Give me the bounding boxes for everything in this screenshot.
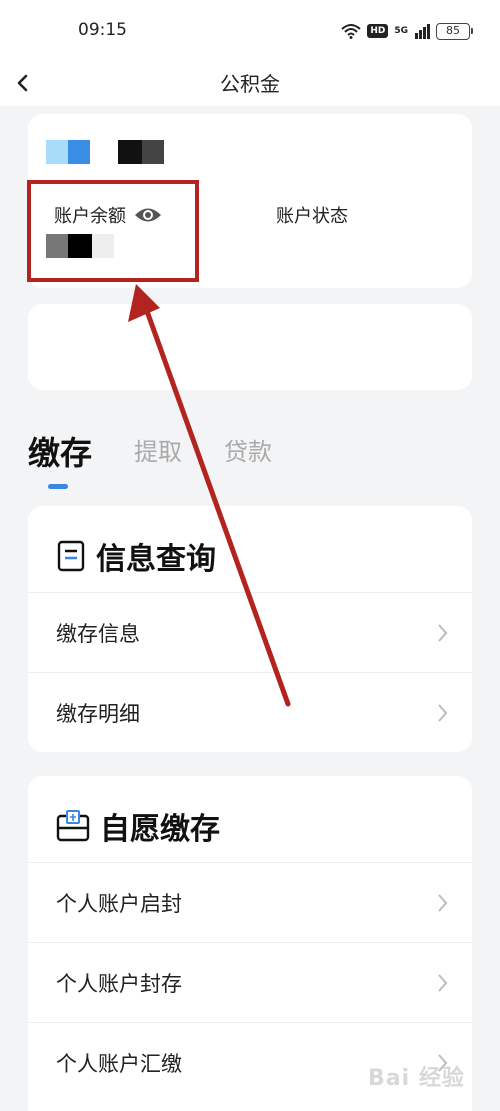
- hd-badge: HD: [367, 24, 389, 38]
- info-query-header: 信息查询: [56, 534, 216, 578]
- status-bar: 09:15 HD 5G 85: [0, 0, 500, 60]
- status-label: 账户状态: [276, 206, 348, 227]
- list-item-deposit-detail[interactable]: 缴存明细: [28, 672, 472, 752]
- annotation-highlight-box: [27, 180, 199, 282]
- account-id-mosaic: [118, 140, 164, 164]
- list-item-account-unseal[interactable]: 个人账户启封: [28, 862, 472, 942]
- wifi-icon: [341, 24, 361, 39]
- chevron-right-icon: [438, 624, 448, 642]
- nav-bar: 公积金: [0, 60, 500, 106]
- list-item-deposit-info[interactable]: 缴存信息: [28, 592, 472, 672]
- voluntary-header: 自愿缴存: [56, 804, 220, 848]
- info-query-card: 信息查询 缴存信息 缴存明细: [28, 506, 472, 752]
- list-item-label: 个人账户封存: [56, 971, 182, 996]
- list-item-account-seal[interactable]: 个人账户封存: [28, 942, 472, 1022]
- deposit-box-icon: [56, 810, 90, 842]
- watermark: Bai 经验: [368, 1066, 465, 1091]
- document-icon: [57, 540, 85, 572]
- tab-bar: 缴存 提取 贷款: [28, 432, 472, 492]
- tab-withdraw[interactable]: 提取: [134, 432, 182, 467]
- status-time: 09:15: [78, 20, 127, 40]
- chevron-right-icon: [438, 704, 448, 722]
- tab-indicator: [48, 484, 68, 489]
- list-item-label: 个人账户汇缴: [56, 1051, 182, 1076]
- status-icons: HD 5G 85: [341, 20, 473, 42]
- chevron-right-icon: [438, 974, 448, 992]
- chevron-right-icon: [438, 894, 448, 912]
- signal-5g-label: 5G: [394, 25, 408, 36]
- account-detail-card: [28, 304, 472, 390]
- account-name-mosaic: [46, 140, 90, 164]
- list-item-label: 个人账户启封: [56, 891, 182, 916]
- signal-bars-icon: [415, 24, 430, 39]
- tab-loan[interactable]: 贷款: [224, 432, 272, 467]
- voluntary-title: 自愿缴存: [100, 812, 220, 847]
- list-item-label: 缴存信息: [56, 621, 140, 646]
- list-item-label: 缴存明细: [56, 701, 140, 726]
- page-title: 公积金: [220, 72, 280, 96]
- battery-indicator: 85: [436, 22, 473, 40]
- tab-deposit[interactable]: 缴存: [28, 428, 92, 474]
- info-query-title: 信息查询: [96, 542, 216, 577]
